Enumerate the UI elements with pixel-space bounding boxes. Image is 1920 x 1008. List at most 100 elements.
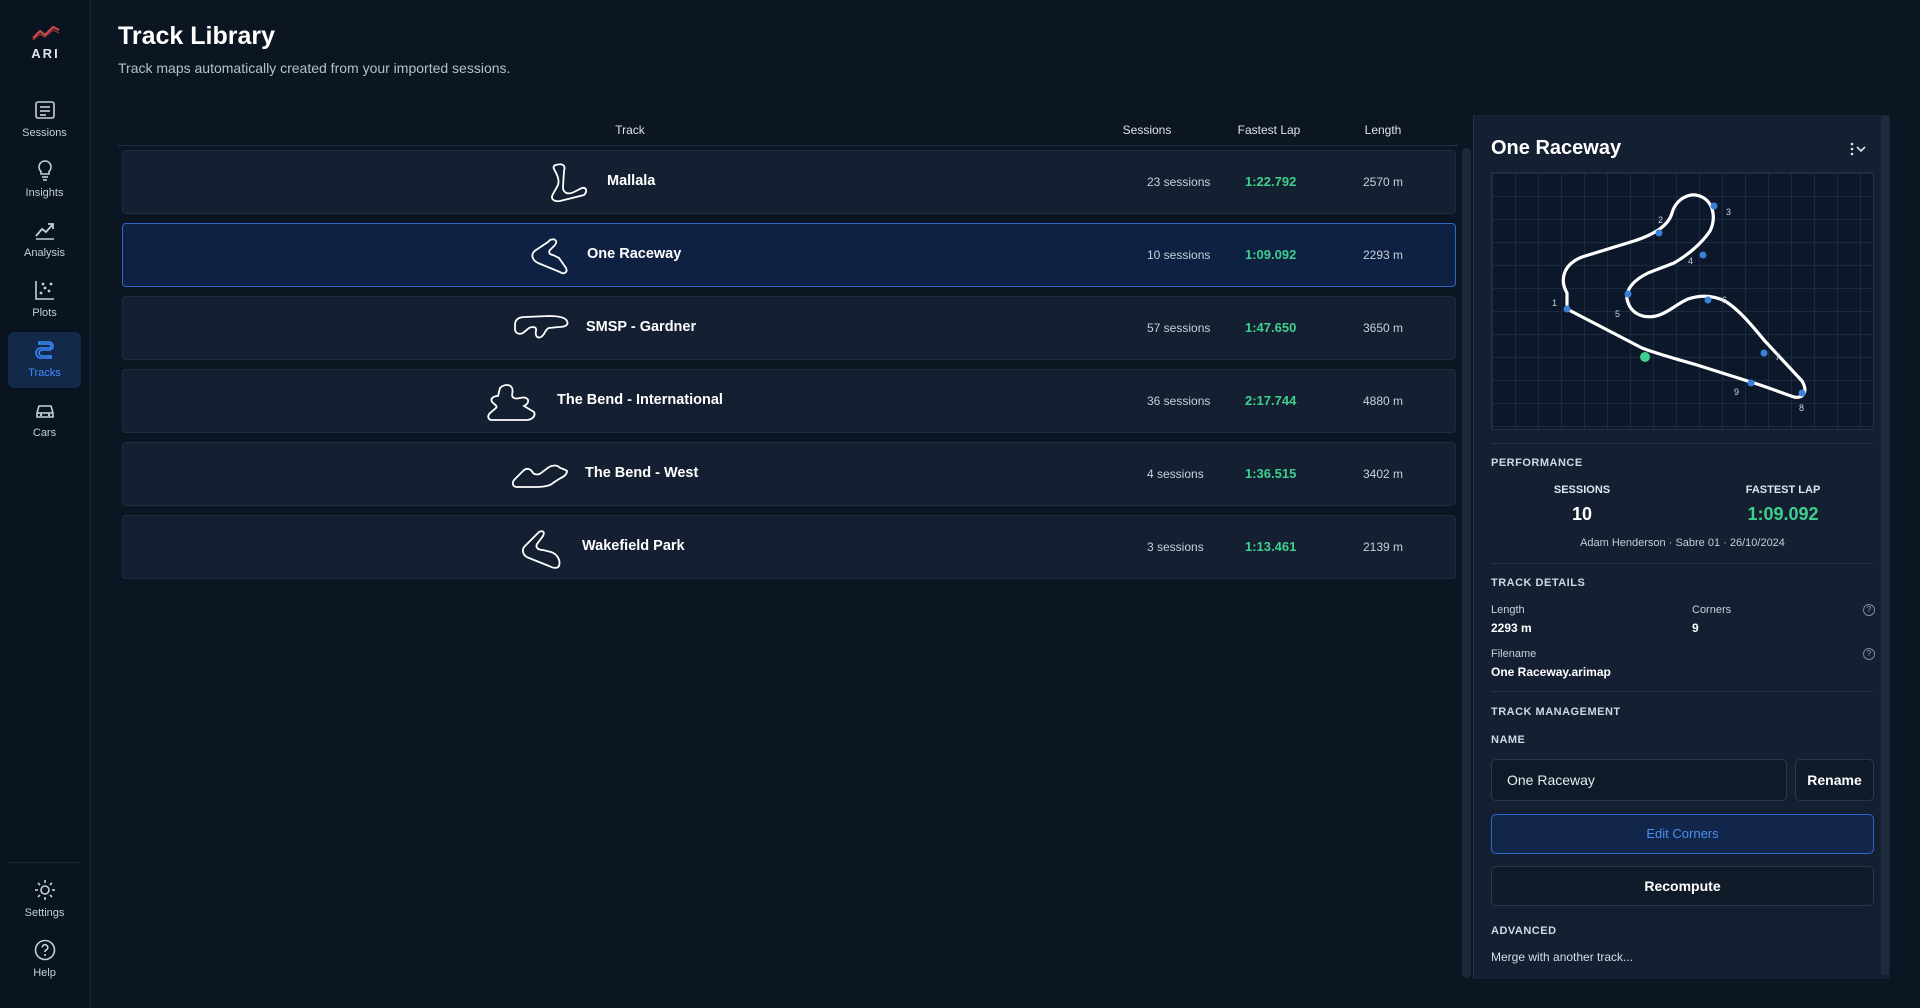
nav-analysis[interactable]: Analysis xyxy=(8,212,81,268)
options-menu-icon[interactable] xyxy=(1846,137,1870,161)
nav-cars[interactable]: Cars xyxy=(8,392,81,448)
divider xyxy=(1491,443,1874,444)
corner-label: 9 xyxy=(1734,387,1739,397)
track-icon xyxy=(34,341,54,359)
merge-track-link[interactable]: Merge with another track... xyxy=(1491,950,1633,964)
page-title: Track Library xyxy=(118,22,276,50)
name-field-label: NAME xyxy=(1491,734,1526,746)
corner-label: 8 xyxy=(1799,403,1804,413)
help-icon[interactable]: ? xyxy=(1863,604,1875,616)
sun-icon xyxy=(34,880,55,900)
length-label: Length xyxy=(1491,604,1525,616)
track-row[interactable]: SMSP - Gardner 57 sessions 1:47.650 3650… xyxy=(122,296,1456,360)
nav-plots[interactable]: Plots xyxy=(8,272,81,328)
track-row[interactable]: Wakefield Park 3 sessions 1:13.461 2139 … xyxy=(122,515,1456,579)
panel-scrollbar[interactable] xyxy=(1881,115,1889,975)
help-icon xyxy=(34,939,55,961)
column-sessions[interactable]: Sessions xyxy=(1123,123,1172,137)
track-length: 4880 m xyxy=(1363,394,1404,408)
track-length: 3402 m xyxy=(1363,467,1404,481)
track-length: 2139 m xyxy=(1363,540,1404,554)
track-length: 3650 m xyxy=(1363,321,1404,335)
corner-label: 6 xyxy=(1722,295,1727,305)
track-detail-panel: One Raceway 1 2 3 4 5 6 7 8 9 PERFORMANC… xyxy=(1473,115,1890,979)
nav-insights[interactable]: Insights xyxy=(8,152,81,208)
track-name: Wakefield Park xyxy=(582,538,685,554)
track-name-input[interactable] xyxy=(1491,759,1787,801)
track-row[interactable]: Mallala 23 sessions 1:22.792 2570 m xyxy=(122,150,1456,214)
sessions-icon xyxy=(34,101,55,119)
corner-label: 4 xyxy=(1688,256,1693,266)
track-details-heading: TRACK DETAILS xyxy=(1491,577,1586,589)
filename-value: One Raceway.arimap xyxy=(1491,665,1611,679)
track-length: 2293 m xyxy=(1363,248,1404,262)
track-sessions: 57 sessions xyxy=(1147,321,1211,335)
track-name: The Bend - West xyxy=(585,465,699,481)
track-row[interactable]: The Bend - International 36 sessions 2:1… xyxy=(122,369,1456,433)
track-name: SMSP - Gardner xyxy=(586,319,697,335)
table-scrollbar[interactable] xyxy=(1462,148,1471,978)
track-thumbnail xyxy=(522,530,561,569)
track-thumbnail xyxy=(514,315,569,339)
fastest-lap-caption: Adam Henderson · Sabre 01 · 26/10/2024 xyxy=(1580,537,1785,549)
nav-sessions[interactable]: Sessions xyxy=(8,92,81,148)
track-sessions: 23 sessions xyxy=(1147,175,1211,189)
sessions-stat-value: 10 xyxy=(1571,504,1593,524)
table-header: Track Sessions Fastest Lap Length xyxy=(118,118,1458,146)
nav-help[interactable]: Help xyxy=(8,932,81,988)
nav-label: Cars xyxy=(32,427,57,439)
divider xyxy=(1491,563,1874,564)
track-sessions: 10 sessions xyxy=(1147,248,1211,262)
corners-value: 9 xyxy=(1692,621,1699,635)
track-fastest-lap: 1:36.515 xyxy=(1245,466,1297,481)
track-map-svg: 1 2 3 4 5 6 7 8 9 xyxy=(1552,193,1807,413)
app-logo: ARI xyxy=(0,22,91,61)
column-fastest-lap[interactable]: Fastest Lap xyxy=(1238,123,1301,137)
track-thumbnail xyxy=(531,238,568,275)
track-map[interactable]: 1 2 3 4 5 6 7 8 9 xyxy=(1491,172,1874,430)
track-thumbnail xyxy=(551,163,588,203)
track-sessions: 36 sessions xyxy=(1147,394,1211,408)
track-management-heading: TRACK MANAGEMENT xyxy=(1491,706,1621,718)
track-name: Mallala xyxy=(607,173,656,189)
start-finish-marker xyxy=(1640,352,1650,362)
logo-icon xyxy=(31,25,59,41)
corner-label: 2 xyxy=(1658,215,1663,225)
fastest-lap-stat-label: FASTEST LAP xyxy=(1745,484,1821,496)
track-row[interactable]: The Bend - West 4 sessions 1:36.515 3402… xyxy=(122,442,1456,506)
edit-corners-button[interactable]: Edit Corners xyxy=(1491,814,1874,854)
advanced-heading: ADVANCED xyxy=(1491,925,1557,937)
track-sessions: 3 sessions xyxy=(1147,540,1204,554)
nav-label: Analysis xyxy=(24,247,65,259)
sidebar-divider xyxy=(8,862,81,863)
recompute-button[interactable]: Recompute xyxy=(1491,866,1874,906)
nav-label: Settings xyxy=(24,907,65,919)
corner-label: 7 xyxy=(1775,352,1780,362)
rename-button[interactable]: Rename xyxy=(1795,759,1874,801)
help-icon[interactable]: ? xyxy=(1863,648,1875,660)
track-fastest-lap: 1:09.092 xyxy=(1245,247,1297,262)
corner-label: 1 xyxy=(1552,298,1557,308)
corners-label: Corners xyxy=(1692,604,1732,616)
performance-heading: PERFORMANCE xyxy=(1491,457,1583,469)
nav-label: Sessions xyxy=(22,127,67,139)
detail-title: One Raceway xyxy=(1491,137,1622,159)
car-icon xyxy=(35,405,54,418)
track-row[interactable]: One Raceway 10 sessions 1:09.092 2293 m xyxy=(122,223,1456,287)
nav-label: Help xyxy=(33,967,56,979)
nav-tracks[interactable]: Tracks xyxy=(8,332,81,388)
page-subtitle: Track maps automatically created from yo… xyxy=(118,60,511,76)
track-fastest-lap: 2:17.744 xyxy=(1245,393,1297,408)
nav-settings[interactable]: Settings xyxy=(8,872,81,928)
track-sessions: 4 sessions xyxy=(1147,467,1204,481)
sidebar: ARI Sessions Insights Analysis Plots Tra… xyxy=(0,0,91,1008)
filename-label: Filename xyxy=(1491,648,1537,660)
sessions-stat-label: SESSIONS xyxy=(1553,484,1611,496)
length-value: 2293 m xyxy=(1491,621,1532,635)
corner-label: 5 xyxy=(1615,309,1620,319)
column-track[interactable]: Track xyxy=(615,123,645,137)
corner-label: 3 xyxy=(1726,207,1731,217)
track-fastest-lap: 1:47.650 xyxy=(1245,320,1297,335)
track-thumbnail xyxy=(487,384,536,421)
column-length[interactable]: Length xyxy=(1365,123,1402,137)
